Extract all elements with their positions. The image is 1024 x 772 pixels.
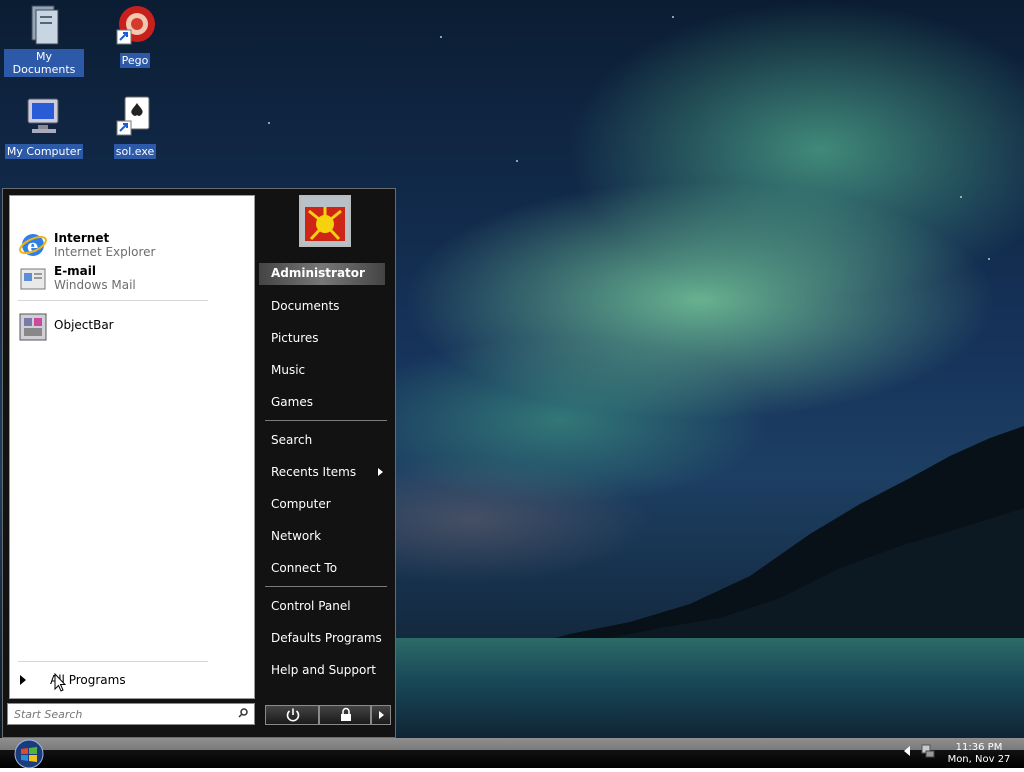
mail-icon [18,263,48,293]
left-pane-divider [18,300,208,301]
lock-icon [341,707,351,721]
desktop-icon-label: Pego [119,53,151,68]
star [440,36,442,38]
star [960,196,962,198]
power-button-group [265,705,391,725]
start-search-input[interactable]: Start Search [7,703,255,725]
expand-arrow-icon [20,675,26,685]
pinned-email[interactable]: E-mail Windows Mail [18,263,136,293]
menu-divider [265,420,387,421]
internet-explorer-icon: e [18,230,48,260]
submenu-arrow-icon [378,468,383,476]
pinned-internet[interactable]: e Internet Internet Explorer [18,230,155,260]
taskbar [0,738,1024,768]
menu-item-recent-items[interactable]: Recents Items [271,465,387,479]
mouse-cursor-icon [54,673,66,692]
taskbar-clock[interactable]: 11:36 PM Mon, Nov 27 [944,742,1014,766]
menu-item-label: Recents Items [271,465,357,479]
start-menu-left-pane: e Internet Internet Explorer E-mail Wind… [9,195,255,699]
menu-item-control-panel[interactable]: Control Panel [271,599,387,613]
menu-item-games[interactable]: Games [271,395,387,409]
clock-time: 11:36 PM [955,742,1003,753]
user-avatar[interactable] [299,195,351,247]
left-pane-bottom-divider [18,661,208,662]
network-tray-icon[interactable] [920,743,936,759]
start-button[interactable] [8,738,50,769]
desktop-icon-sol-exe[interactable]: sol.exe [95,95,175,159]
menu-item-help-and-support[interactable]: Help and Support [271,663,387,677]
menu-item-music[interactable]: Music [271,363,387,377]
menu-item-computer[interactable]: Computer [271,497,387,511]
desktop-icon-label: sol.exe [113,144,157,159]
desktop-icon-label: My Computer [4,144,84,159]
program-subtitle: Internet Explorer [54,245,156,259]
menu-item-documents[interactable]: Documents [271,299,387,313]
star [988,258,990,260]
desktop-icon-my-computer[interactable]: My Computer [4,95,84,159]
star [672,16,674,18]
desktop-icon-pego[interactable]: Pego [95,4,175,68]
search-placeholder: Start Search [14,708,83,721]
menu-item-network[interactable]: Network [271,529,387,543]
program-title: E-mail [54,264,97,278]
arrow-right-icon [379,711,384,719]
star [516,160,518,162]
recent-objectbar[interactable]: ObjectBar [18,310,114,341]
objectbar-icon [18,310,48,341]
program-title: ObjectBar [54,318,114,332]
start-menu: e Internet Internet Explorer E-mail Wind… [2,188,396,738]
menu-item-connect-to[interactable]: Connect To [271,561,387,575]
all-programs-button[interactable]: All Programs [20,673,126,687]
documents-folder-icon [24,4,64,46]
menu-item-default-programs[interactable]: Defaults Programs [271,631,387,645]
show-hidden-icons-button[interactable] [904,746,910,756]
power-icon [286,708,300,722]
program-subtitle: Windows Mail [54,278,136,292]
star [268,122,270,124]
windows-orb-icon [14,739,44,769]
menu-item-pictures[interactable]: Pictures [271,331,387,345]
menu-divider [265,586,387,587]
search-icon[interactable] [238,708,248,718]
solitaire-card-icon [115,95,155,137]
computer-monitor-icon [24,95,64,137]
pego-app-icon [115,4,155,46]
lock-button[interactable] [319,705,371,725]
user-name[interactable]: Administrator [259,263,385,285]
menu-item-search[interactable]: Search [271,433,387,447]
program-title: Internet [54,231,110,245]
mountain-silhouette [390,426,1024,668]
clock-date: Mon, Nov 27 [947,754,1011,765]
desktop-icon-my-documents[interactable]: My Documents [4,4,84,77]
shutdown-options-button[interactable] [371,705,391,725]
power-button[interactable] [265,705,319,725]
desktop-icon-label: My Documents [4,49,84,77]
lake-reflection [390,638,1024,738]
